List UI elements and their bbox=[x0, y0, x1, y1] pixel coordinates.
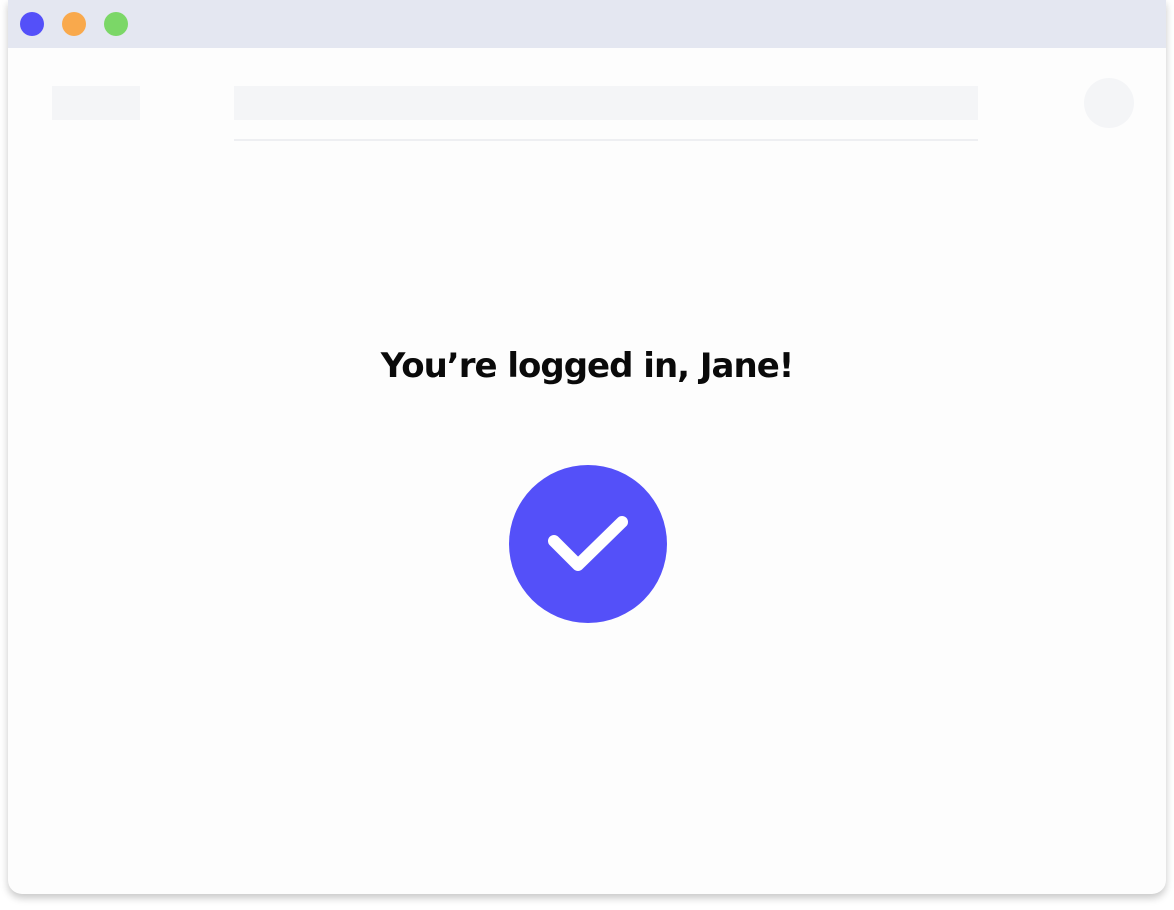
check-circle-background bbox=[509, 465, 667, 623]
window-titlebar bbox=[8, 0, 1166, 48]
checkmark-icon bbox=[509, 465, 667, 623]
zoom-window-button[interactable] bbox=[104, 12, 128, 36]
logo-placeholder bbox=[52, 86, 140, 120]
search-bar-placeholder bbox=[234, 86, 978, 120]
checkmark-circle-icon bbox=[509, 465, 667, 623]
close-window-button[interactable] bbox=[20, 12, 44, 36]
avatar-placeholder bbox=[1084, 78, 1134, 128]
header-divider bbox=[234, 139, 978, 141]
browser-window: You’re logged in, Jane! bbox=[8, 0, 1166, 894]
login-success-message: You’re logged in, Jane! bbox=[380, 346, 795, 386]
minimize-window-button[interactable] bbox=[62, 12, 86, 36]
